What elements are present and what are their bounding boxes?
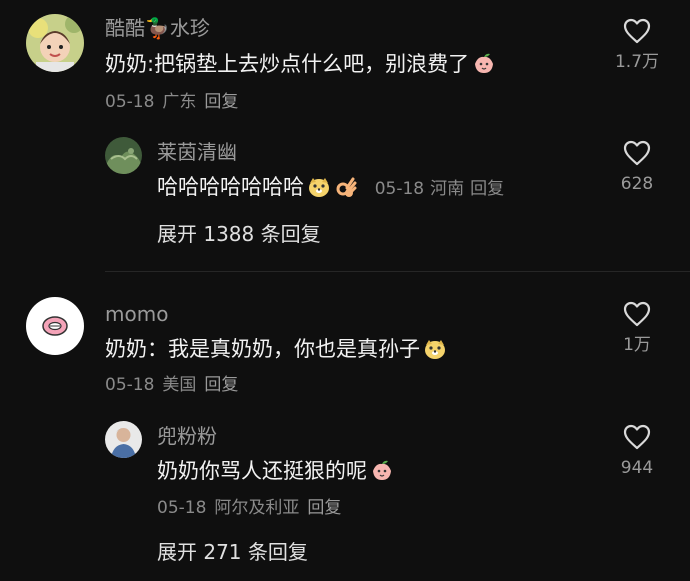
like-count: 628 (620, 174, 654, 194)
reply-button[interactable]: 回复 (470, 179, 504, 199)
comment-location: 河南 (430, 179, 465, 199)
comment-meta: 05-18 河南 回复 (375, 179, 504, 199)
comment-meta: 05-18 广东 回复 (105, 91, 238, 113)
comment-date: 05-18 (157, 498, 207, 518)
comment-text-body: 奶奶：我是真奶奶，你也是真孙子 (105, 337, 420, 361)
like-button[interactable]: 1万 (602, 301, 672, 355)
comment-text: 奶奶你骂人还挺狠的呢 (157, 457, 394, 485)
username[interactable]: 酷酷🦆水珍 (105, 16, 210, 40)
reply-button[interactable]: 回复 (204, 92, 238, 112)
like-button[interactable]: 944 (602, 424, 672, 478)
peach-face-emoji (373, 460, 391, 480)
heart-outline-icon (623, 18, 651, 44)
doge-face-emoji (309, 178, 329, 197)
avatar[interactable] (26, 297, 84, 355)
like-count: 944 (620, 458, 654, 478)
reply-button[interactable]: 回复 (307, 498, 341, 518)
comment-meta: 05-18 阿尔及利亚 回复 (157, 497, 341, 519)
reply-button[interactable]: 回复 (204, 375, 238, 395)
comment-text: 奶奶:把锅垫上去炒点什么吧，别浪费了 (105, 50, 496, 78)
username[interactable]: momo (105, 302, 168, 326)
username[interactable]: 莱茵清幽 (157, 140, 237, 164)
comment-text-body: 奶奶你骂人还挺狠的呢 (157, 459, 367, 483)
peach-face-emoji (475, 53, 494, 73)
expand-replies-button[interactable]: 展开 1388 条回复 (157, 221, 321, 247)
comment-text: 奶奶：我是真奶奶，你也是真孙子 (105, 335, 447, 363)
avatar[interactable] (105, 421, 142, 458)
comment-text-body: 哈哈哈哈哈哈哈 (157, 175, 304, 199)
heart-outline-icon (623, 424, 651, 450)
username[interactable]: 兜粉粉 (157, 424, 217, 448)
like-count: 1万 (623, 335, 651, 355)
comment-meta: 05-18 美国 回复 (105, 374, 238, 396)
comment-location: 广东 (162, 92, 197, 112)
avatar[interactable] (26, 14, 84, 72)
heart-outline-icon (623, 140, 651, 166)
comment-date: 05-18 (105, 375, 155, 395)
divider (105, 271, 690, 272)
doge-face-emoji (425, 340, 445, 359)
comment-location: 阿尔及利亚 (214, 498, 300, 518)
like-button[interactable]: 628 (602, 140, 672, 194)
heart-outline-icon (623, 301, 651, 327)
comment-text: 哈哈哈哈哈哈哈 05-18 河南 回复 (157, 173, 504, 203)
avatar[interactable] (105, 137, 142, 174)
like-button[interactable]: 1.7万 (602, 18, 672, 72)
expand-replies-button[interactable]: 展开 271 条回复 (157, 539, 308, 565)
ok-hand-emoji (336, 177, 357, 197)
comment-text-body: 奶奶:把锅垫上去炒点什么吧，别浪费了 (105, 52, 470, 76)
comment-date: 05-18 (374, 179, 425, 199)
comment-date: 05-18 (105, 92, 155, 112)
like-count: 1.7万 (614, 52, 660, 72)
comment-location: 美国 (162, 375, 197, 395)
